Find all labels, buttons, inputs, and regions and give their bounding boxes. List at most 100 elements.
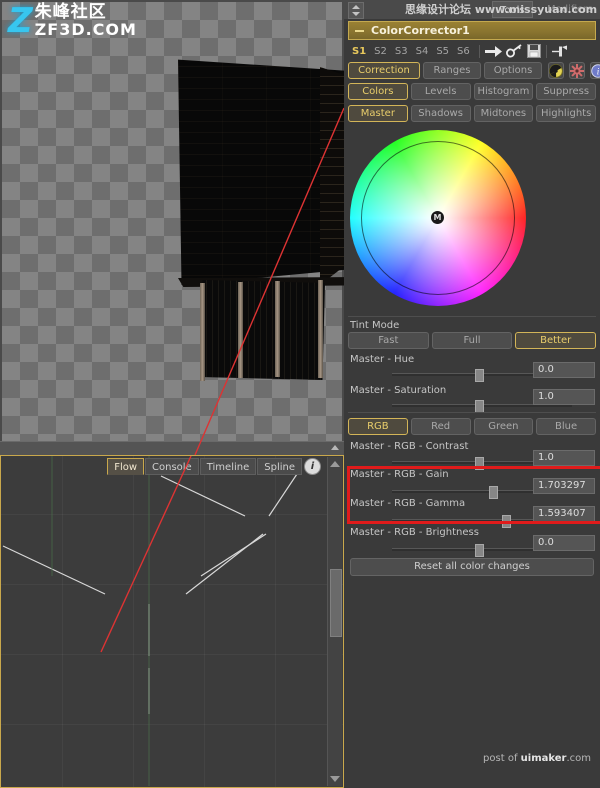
channel-tab-rgb[interactable]: RGB bbox=[348, 418, 408, 435]
zf3d-line1: 朱峰社区 bbox=[34, 2, 107, 22]
zf3d-watermark: Z 朱峰社区 ZF3D.COM bbox=[8, 1, 137, 41]
tab-label: RGB bbox=[367, 421, 389, 432]
gear-icon[interactable] bbox=[569, 62, 585, 79]
spinner-down-icon[interactable] bbox=[352, 12, 360, 16]
collapse-icon[interactable] bbox=[355, 29, 364, 32]
slider-knob[interactable] bbox=[474, 544, 484, 557]
footer-brand: uimaker bbox=[520, 753, 567, 764]
info-icon[interactable]: i bbox=[590, 62, 600, 79]
tint-mode-full[interactable]: Full bbox=[431, 332, 513, 349]
state-label: S6 bbox=[457, 45, 470, 57]
color-wheel-marker[interactable]: M bbox=[431, 211, 444, 224]
channel-tabs-row[interactable]: RGB Red Green Blue bbox=[348, 418, 596, 435]
spinner-up-icon[interactable] bbox=[352, 5, 360, 9]
channel-tab-blue[interactable]: Blue bbox=[536, 418, 596, 435]
master-hue-value[interactable]: 0.0 bbox=[533, 362, 595, 378]
tab-shadows[interactable]: Shadows bbox=[410, 105, 471, 122]
tab-label: Blue bbox=[555, 421, 578, 432]
gain-gamma-highlight-box bbox=[347, 466, 600, 524]
pin-icon[interactable] bbox=[551, 45, 568, 58]
tab-histogram[interactable]: Histogram bbox=[473, 83, 534, 100]
state-button-s1[interactable]: S1 bbox=[348, 46, 370, 57]
save-disk-icon[interactable] bbox=[526, 44, 541, 58]
flow-canvas[interactable]: Merge1 (Mrg) Instance_In... bbox=[1, 456, 343, 787]
page-title: ColorCorrector1 bbox=[371, 24, 470, 37]
tab-suppress[interactable]: Suppress bbox=[536, 83, 596, 100]
tab-highlights[interactable]: Highlights bbox=[536, 105, 596, 122]
state-button-s5[interactable]: S5 bbox=[432, 46, 453, 57]
divider bbox=[348, 316, 596, 317]
tab-label: Highlights bbox=[540, 108, 592, 119]
rgb-contrast-value[interactable]: 1.0 bbox=[533, 450, 595, 466]
tab-correction[interactable]: Correction bbox=[348, 62, 420, 79]
channel-tab-red[interactable]: Red bbox=[410, 418, 471, 435]
button-label: Full bbox=[463, 335, 481, 346]
state-label: S1 bbox=[352, 45, 367, 57]
zf3d-line2: ZF3D.COM bbox=[34, 20, 137, 39]
tab-label: Colors bbox=[362, 86, 394, 97]
state-button-s4[interactable]: S4 bbox=[412, 46, 433, 57]
master-hue-label: Master - Hue bbox=[350, 354, 415, 365]
tab-label: Midtones bbox=[480, 108, 527, 119]
right-panel: Tools Modifiers ColorCorrector1 S1 S2 S3… bbox=[344, 0, 600, 788]
fusion-app-window: Merge1 (Mrg) Instance_In... bbox=[0, 0, 600, 788]
viewer-panel[interactable] bbox=[0, 0, 344, 455]
reset-colors-button[interactable]: Reset all color changes bbox=[350, 558, 594, 576]
divider bbox=[478, 44, 480, 58]
state-label: S3 bbox=[394, 45, 408, 57]
button-label: Fast bbox=[378, 335, 399, 346]
left-column: Merge1 (Mrg) Instance_In... bbox=[0, 0, 344, 788]
flow-panel[interactable]: Merge1 (Mrg) Instance_In... bbox=[0, 455, 344, 788]
master-saturation-value[interactable]: 1.0 bbox=[533, 389, 595, 405]
tab-label: Green bbox=[488, 421, 519, 432]
panel-title-bar[interactable]: ColorCorrector1 bbox=[348, 21, 596, 40]
range-tabs-row[interactable]: Master Shadows Midtones Highlights bbox=[348, 105, 596, 122]
tab-label: Red bbox=[431, 421, 451, 432]
tab-ranges[interactable]: Ranges bbox=[423, 62, 481, 79]
tint-mode-better[interactable]: Better bbox=[515, 332, 597, 349]
rgb-brightness-label: Master - RGB - Brightness bbox=[350, 527, 479, 538]
state-label: S5 bbox=[436, 45, 450, 57]
button-label: Better bbox=[540, 335, 572, 346]
state-buttons-row[interactable]: S1 S2 S3 S4 S5 S6 bbox=[348, 42, 596, 60]
tint-mode-fast[interactable]: Fast bbox=[348, 332, 429, 349]
tab-label: Correction bbox=[358, 65, 410, 76]
tab-label: Histogram bbox=[477, 86, 530, 97]
tab-options[interactable]: Options bbox=[484, 62, 542, 79]
rgb-contrast-label: Master - RGB - Contrast bbox=[350, 441, 469, 452]
panel-spinner[interactable] bbox=[348, 2, 364, 19]
divider bbox=[545, 44, 547, 58]
key-icon[interactable] bbox=[505, 44, 523, 58]
state-label: S4 bbox=[415, 45, 429, 57]
tab-master[interactable]: Master bbox=[348, 105, 408, 122]
nuke-icon[interactable] bbox=[548, 62, 564, 79]
tint-mode-row[interactable]: Fast Full Better bbox=[348, 332, 597, 349]
color-wheel-area[interactable]: M bbox=[350, 130, 526, 310]
rgb-brightness-value[interactable]: 0.0 bbox=[533, 535, 595, 551]
state-button-s6[interactable]: S6 bbox=[453, 46, 474, 57]
slider-knob[interactable] bbox=[474, 369, 484, 382]
footer-prefix: post of bbox=[483, 753, 521, 764]
state-label: S2 bbox=[374, 45, 387, 57]
state-button-s3[interactable]: S3 bbox=[391, 46, 412, 57]
state-button-s2[interactable]: S2 bbox=[370, 46, 391, 57]
tab-label: Ranges bbox=[433, 65, 471, 76]
tint-mode-label: Tint Mode bbox=[350, 320, 400, 331]
footer-suffix: .com bbox=[566, 753, 591, 764]
tab-label: Master bbox=[360, 108, 395, 119]
divider bbox=[348, 412, 596, 413]
correction-tabs-row[interactable]: Correction Ranges Options i bbox=[348, 62, 600, 79]
tab-colors[interactable]: Colors bbox=[348, 83, 408, 100]
arrow-right-icon[interactable] bbox=[484, 45, 503, 58]
tab-midtones[interactable]: Midtones bbox=[473, 105, 534, 122]
colors-tabs-row[interactable]: Colors Levels Histogram Suppress bbox=[348, 83, 596, 100]
missyuan-watermark: 思缘设计论坛 www.missyuan.com bbox=[405, 3, 598, 16]
viewer-annotation-line bbox=[194, 107, 344, 455]
tab-label: Suppress bbox=[543, 86, 590, 97]
zf3d-logo-icon: Z bbox=[8, 1, 33, 41]
tab-levels[interactable]: Levels bbox=[410, 83, 471, 100]
master-saturation-label: Master - Saturation bbox=[350, 385, 447, 396]
tab-label: Options bbox=[493, 65, 533, 76]
channel-tab-green[interactable]: Green bbox=[473, 418, 534, 435]
tab-label: Shadows bbox=[418, 108, 463, 119]
